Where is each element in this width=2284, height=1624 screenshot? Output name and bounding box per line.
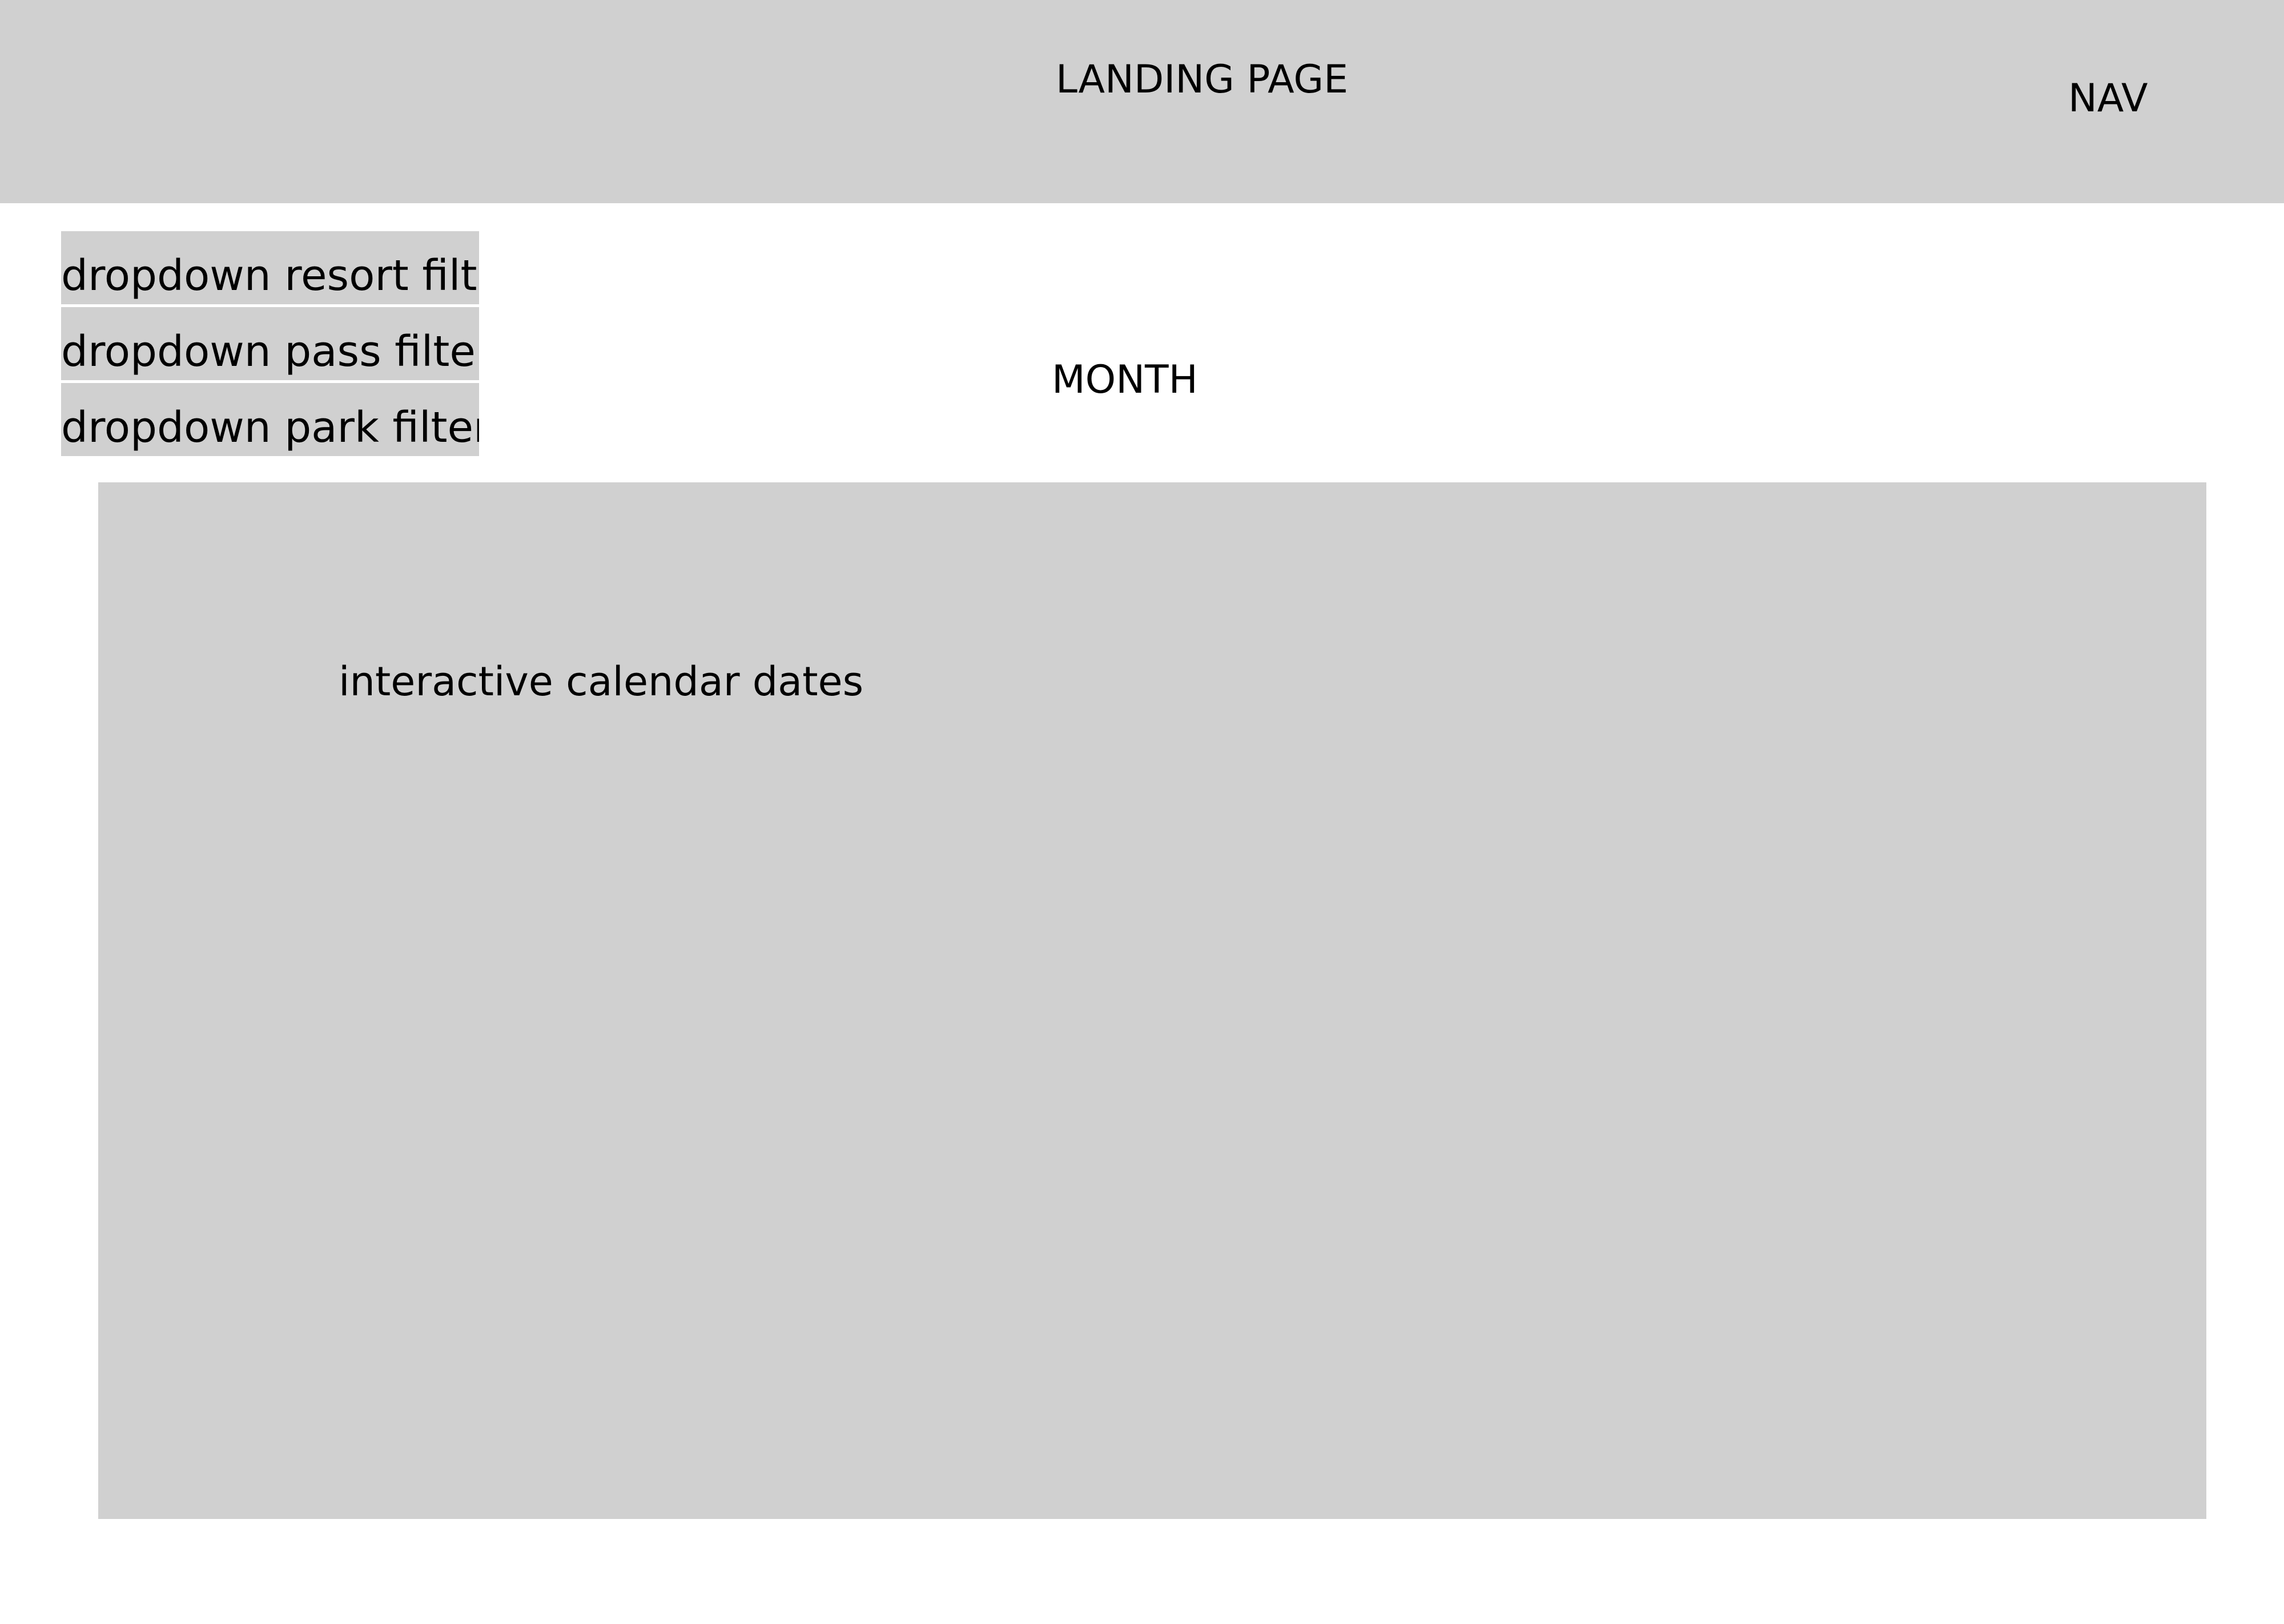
pass-filter-label: dropdown pass filter — [61, 327, 479, 376]
page-title: LANDING PAGE — [1056, 57, 1349, 102]
pass-filter-dropdown[interactable]: dropdown pass filter — [61, 307, 479, 380]
nav-menu[interactable]: NAV — [2068, 76, 2148, 122]
park-filter-dropdown[interactable]: dropdown park filter — [61, 383, 479, 456]
header-bar: LANDING PAGE NAV — [0, 0, 2284, 203]
resort-filter-dropdown[interactable]: dropdown resort filter — [61, 231, 479, 304]
month-label: MONTH — [1052, 357, 1198, 402]
park-filter-label: dropdown park filter — [61, 403, 479, 452]
calendar-area[interactable]: interactive calendar dates — [98, 482, 2206, 1519]
calendar-label: interactive calendar dates — [339, 658, 864, 705]
resort-filter-label: dropdown resort filter — [61, 251, 479, 300]
